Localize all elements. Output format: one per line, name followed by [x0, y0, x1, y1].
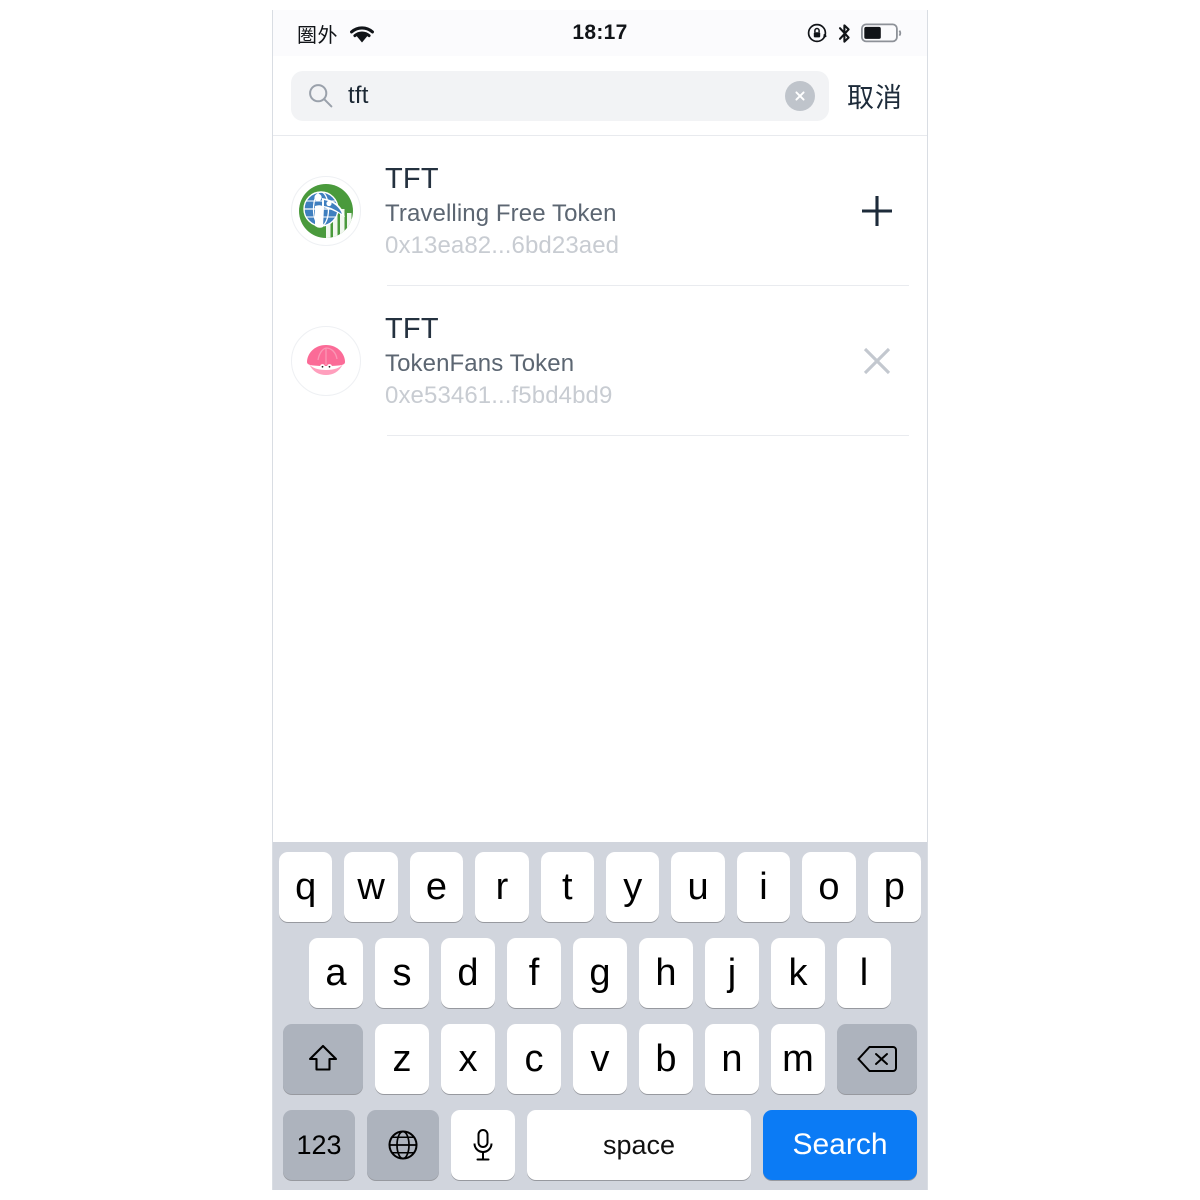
key-r[interactable]: r: [475, 852, 529, 922]
key-t[interactable]: t: [540, 852, 594, 922]
key-j[interactable]: j: [705, 938, 759, 1008]
globe-icon: [386, 1128, 420, 1162]
status-bar: 圏外 18:17: [273, 10, 927, 56]
carrier-label: 圏外: [297, 24, 338, 47]
phone-screen: 圏外 18:17 tft 取消 TFT Travelling Free Toke…: [272, 10, 928, 1190]
tokenfans-token-logo: [291, 326, 361, 396]
shift-icon: [305, 1041, 341, 1077]
status-bar-right: [806, 22, 903, 45]
battery-icon: [861, 22, 903, 44]
key-v[interactable]: v: [573, 1024, 627, 1094]
key-z[interactable]: z: [375, 1024, 429, 1094]
keyboard-row-2: a s d f g h j k l: [279, 938, 921, 1008]
numbers-key[interactable]: 123: [283, 1110, 355, 1180]
key-u[interactable]: u: [671, 852, 725, 922]
token-result-row[interactable]: TFT Travelling Free Token 0x13ea82...6bd…: [273, 136, 927, 286]
token-symbol: TFT: [385, 312, 439, 345]
key-m[interactable]: m: [771, 1024, 825, 1094]
bluetooth-icon: [837, 22, 852, 45]
dictation-key[interactable]: [451, 1110, 515, 1180]
on-screen-keyboard: q w e r t y u i o p a s d f g h j k l z …: [273, 842, 927, 1190]
keyboard-row-1: q w e r t y u i o p: [278, 852, 922, 922]
delete-key[interactable]: [837, 1024, 917, 1094]
add-token-button[interactable]: [847, 181, 907, 241]
wifi-icon: [348, 23, 376, 44]
token-address: 0x13ea82...6bd23aed: [385, 232, 620, 260]
token-name: Travelling Free Token: [385, 200, 617, 228]
microphone-icon: [470, 1127, 496, 1163]
key-w[interactable]: w: [344, 852, 398, 922]
search-key[interactable]: Search: [763, 1110, 917, 1180]
key-c[interactable]: c: [507, 1024, 561, 1094]
key-p[interactable]: p: [867, 852, 922, 922]
remove-token-button[interactable]: [847, 331, 907, 391]
key-i[interactable]: i: [736, 852, 791, 922]
token-info: TFT TokenFans Token 0xe53461...f5bd4bd9: [385, 312, 847, 410]
search-icon: [307, 82, 334, 109]
travelling-free-token-logo: [291, 176, 361, 246]
keyboard-row-4: 123 space Search: [279, 1110, 921, 1180]
space-key[interactable]: space: [527, 1110, 751, 1180]
key-y[interactable]: y: [606, 852, 660, 922]
globe-key[interactable]: [367, 1110, 439, 1180]
cancel-button[interactable]: 取消: [843, 76, 907, 115]
key-s[interactable]: s: [375, 938, 429, 1008]
search-input[interactable]: tft: [348, 83, 771, 108]
key-a[interactable]: a: [309, 938, 363, 1008]
key-g[interactable]: g: [573, 938, 627, 1008]
key-e[interactable]: e: [409, 852, 464, 922]
rotation-lock-icon: [806, 22, 828, 44]
token-info: TFT Travelling Free Token 0x13ea82...6bd…: [385, 162, 847, 260]
token-result-row[interactable]: TFT TokenFans Token 0xe53461...f5bd4bd9: [273, 286, 927, 436]
token-symbol: TFT: [385, 162, 439, 195]
key-x[interactable]: x: [441, 1024, 495, 1094]
search-results-list: TFT Travelling Free Token 0x13ea82...6bd…: [273, 136, 927, 842]
token-name: TokenFans Token: [385, 350, 575, 378]
key-b[interactable]: b: [639, 1024, 693, 1094]
screenshot-root: 圏外 18:17 tft 取消 TFT Travelling Free Toke…: [0, 0, 1200, 1200]
key-f[interactable]: f: [507, 938, 561, 1008]
backspace-icon: [856, 1043, 898, 1075]
clear-search-button[interactable]: [785, 80, 815, 111]
key-d[interactable]: d: [441, 938, 495, 1008]
key-l[interactable]: l: [837, 938, 891, 1008]
key-n[interactable]: n: [705, 1024, 759, 1094]
keyboard-row-3: z x c v b n m: [279, 1024, 921, 1094]
key-q[interactable]: q: [278, 852, 333, 922]
status-bar-left: 圏外: [297, 19, 376, 48]
key-o[interactable]: o: [802, 852, 856, 922]
key-h[interactable]: h: [639, 938, 693, 1008]
search-bar: tft 取消: [273, 56, 927, 136]
key-k[interactable]: k: [771, 938, 825, 1008]
shift-key[interactable]: [283, 1024, 363, 1094]
token-address: 0xe53461...f5bd4bd9: [385, 382, 613, 410]
search-field[interactable]: tft: [291, 70, 829, 121]
